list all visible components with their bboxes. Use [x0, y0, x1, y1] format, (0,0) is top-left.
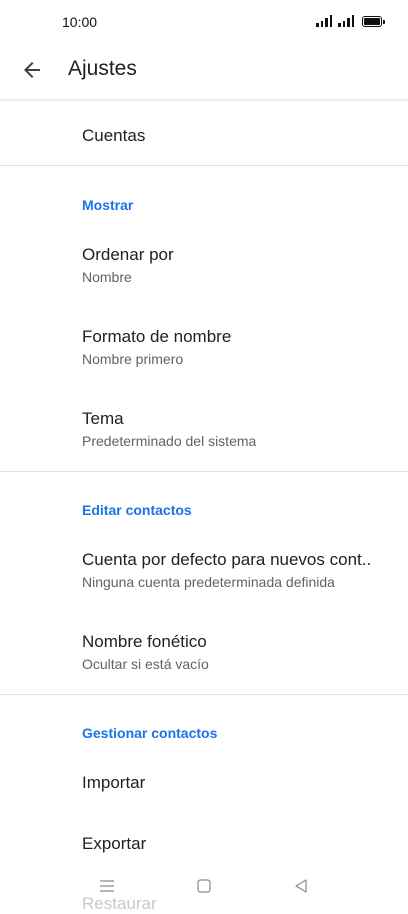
status-icons	[316, 15, 385, 27]
section-header-edit-contacts: Editar contactos	[82, 502, 192, 518]
home-icon[interactable]	[195, 877, 213, 895]
divider	[0, 694, 408, 695]
settings-item-export[interactable]: Exportar	[82, 834, 146, 854]
settings-item-phonetic-name[interactable]: Nombre fonético Ocultar si está vacío	[82, 632, 209, 672]
app-bar: Ajustes	[0, 44, 408, 100]
app-bar-shadow	[0, 99, 408, 102]
settings-item-name-format[interactable]: Formato de nombre Nombre primero	[82, 327, 231, 367]
theme-label: Tema	[82, 409, 124, 428]
phonetic-name-value: Ocultar si está vacío	[82, 656, 209, 672]
export-label: Exportar	[82, 834, 147, 853]
back-triangle-icon[interactable]	[292, 877, 310, 895]
settings-item-theme[interactable]: Tema Predeterminado del sistema	[82, 409, 256, 449]
status-time: 10:00	[62, 14, 98, 30]
default-account-label: Cuenta por defecto para nuevos cont..	[82, 550, 372, 569]
settings-item-import[interactable]: Importar	[82, 773, 145, 793]
page-title: Ajustes	[68, 57, 137, 80]
default-account-value: Ninguna cuenta predeterminada definida	[82, 574, 335, 590]
status-bar: 10:00	[0, 0, 408, 44]
accounts-label: Cuentas	[82, 126, 146, 145]
settings-item-default-account[interactable]: Cuenta por defecto para nuevos cont.. Ni…	[82, 550, 371, 590]
section-header-manage-contacts: Gestionar contactos	[82, 725, 218, 741]
settings-item-accounts[interactable]: Cuentas	[82, 126, 145, 146]
import-label: Importar	[82, 773, 146, 792]
name-format-label: Formato de nombre	[82, 327, 232, 346]
sort-by-value: Nombre	[82, 269, 132, 285]
system-nav-bar	[0, 868, 408, 904]
signal-icon-2	[338, 15, 354, 27]
phonetic-name-label: Nombre fonético	[82, 632, 207, 651]
sort-by-label: Ordenar por	[82, 245, 174, 264]
menu-icon[interactable]	[98, 877, 116, 895]
theme-value: Predeterminado del sistema	[82, 433, 257, 449]
battery-icon	[362, 16, 385, 27]
signal-icon	[316, 15, 332, 27]
divider	[0, 165, 408, 166]
name-format-value: Nombre primero	[82, 351, 184, 367]
settings-item-sort-by[interactable]: Ordenar por Nombre	[82, 245, 174, 285]
section-header-display: Mostrar	[82, 197, 134, 213]
divider	[0, 471, 408, 472]
back-arrow-icon[interactable]	[20, 58, 44, 82]
